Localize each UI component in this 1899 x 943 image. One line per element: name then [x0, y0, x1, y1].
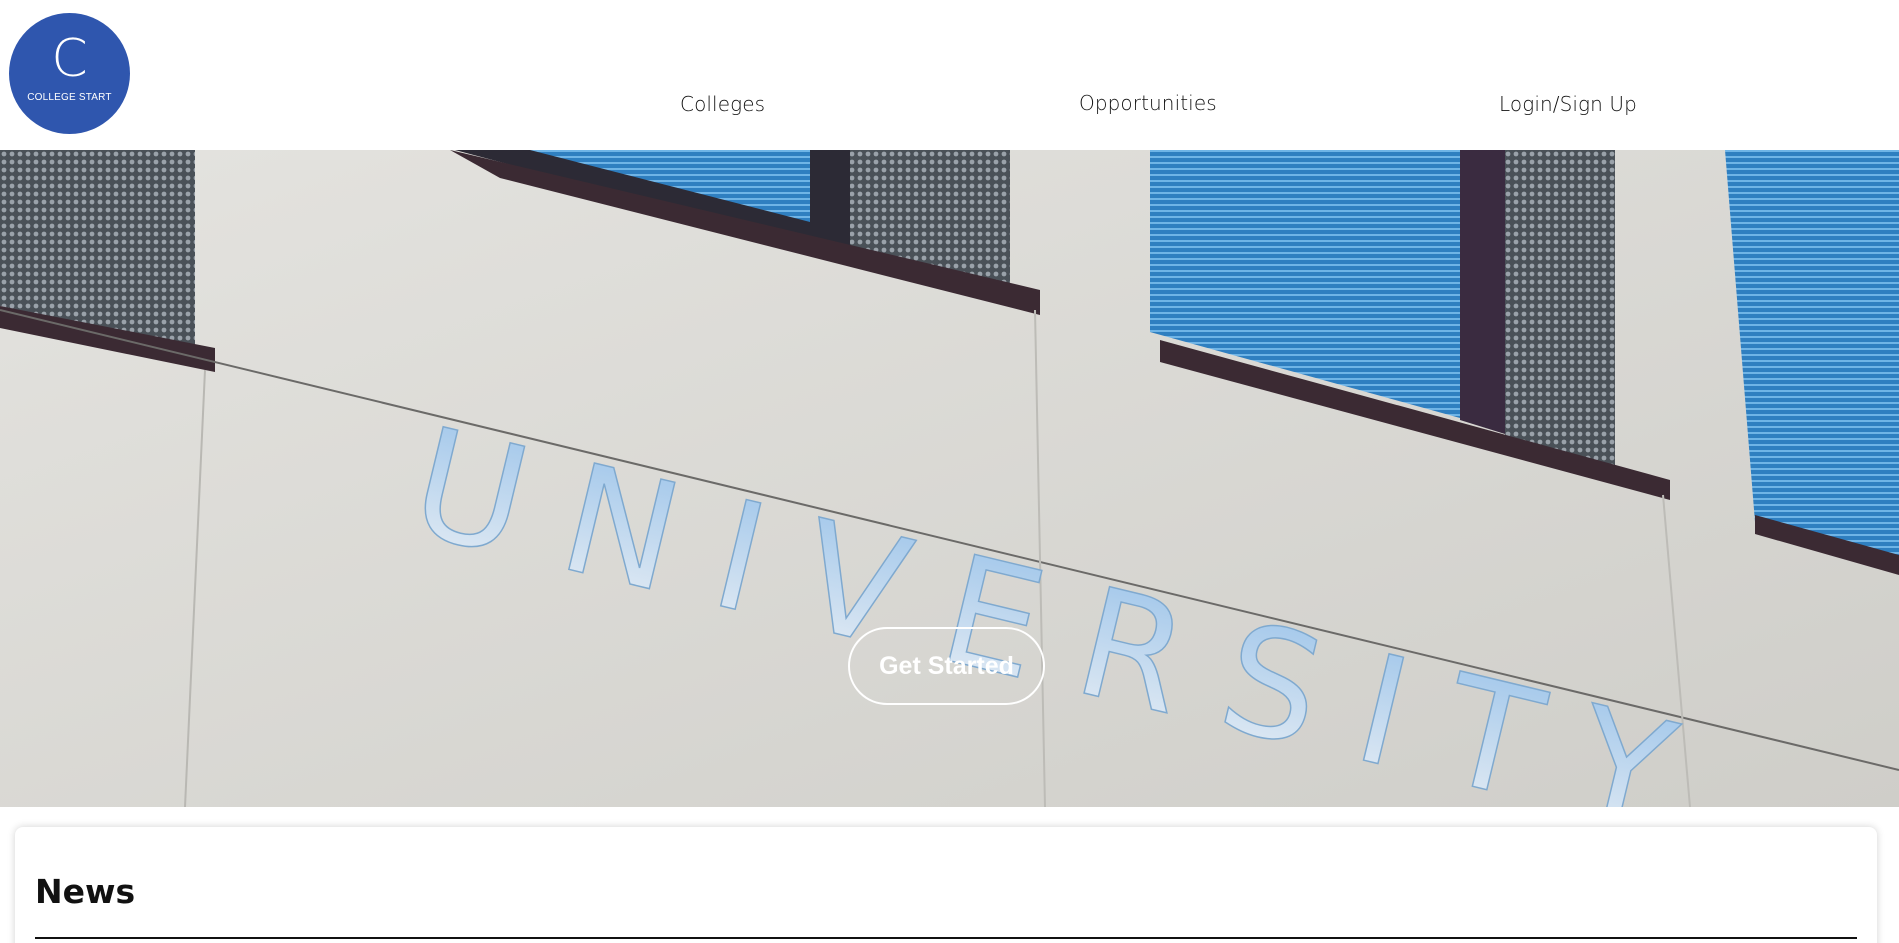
- site-header: C COLLEGE START Colleges Opportunities L…: [0, 0, 1899, 150]
- get-started-button[interactable]: Get Started: [848, 627, 1045, 705]
- nav-colleges-link[interactable]: Colleges: [680, 92, 765, 116]
- news-title: News: [35, 872, 136, 911]
- logo-letter: C: [51, 29, 88, 89]
- hero-section: UNIVERSITY Get Started: [0, 150, 1899, 807]
- logo[interactable]: C COLLEGE START: [9, 13, 130, 134]
- news-divider: [35, 937, 1857, 939]
- news-card: News: [15, 827, 1877, 943]
- hero-image: UNIVERSITY: [0, 150, 1899, 807]
- nav-opportunities-link[interactable]: Opportunities: [1079, 91, 1217, 115]
- logo-text: COLLEGE START: [27, 92, 112, 103]
- nav-login-signup-link[interactable]: Login/Sign Up: [1499, 92, 1637, 116]
